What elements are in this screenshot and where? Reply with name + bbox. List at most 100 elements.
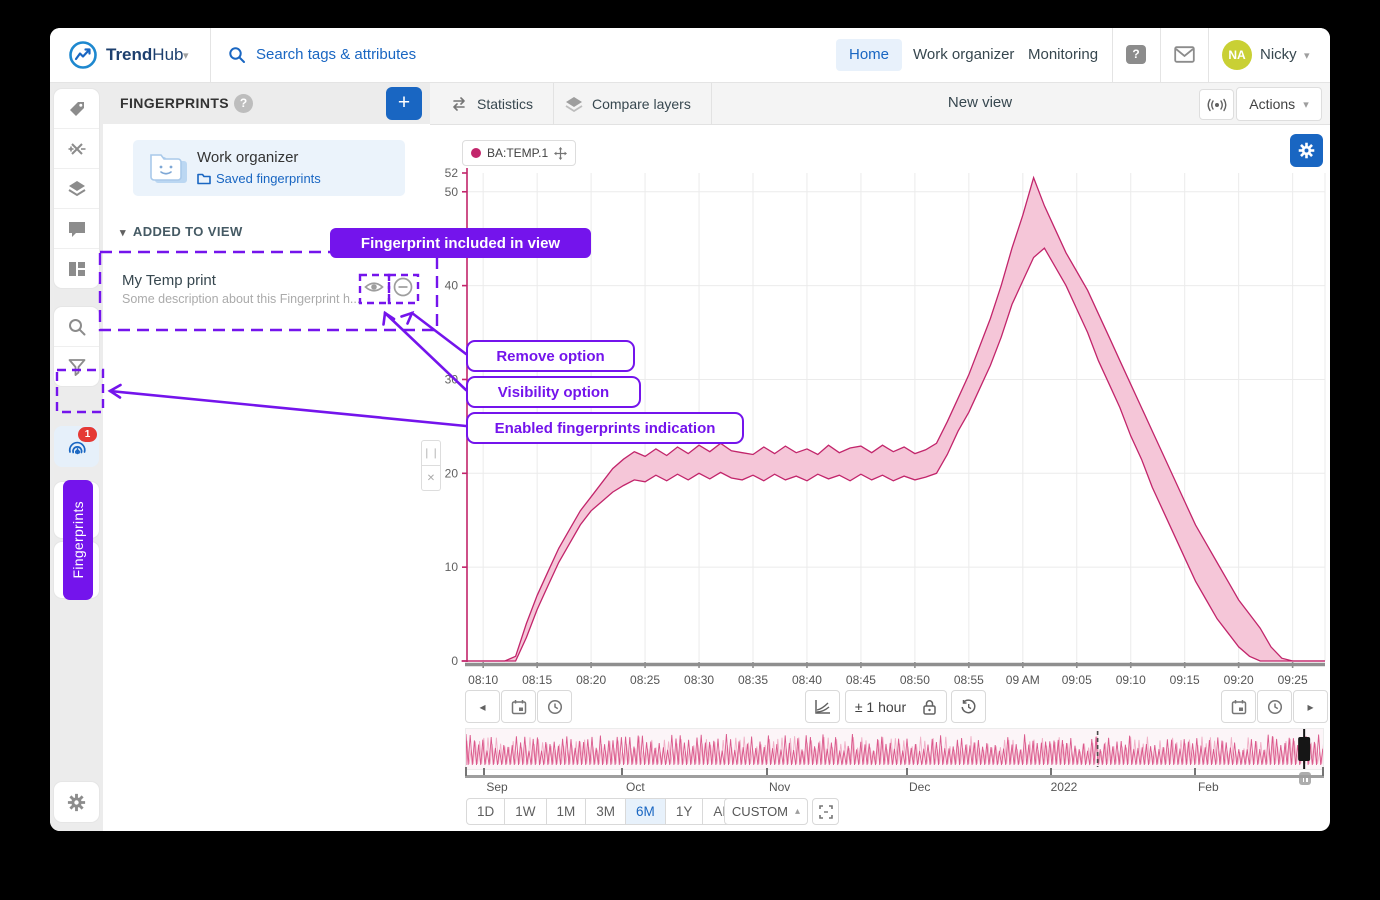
- saved-fingerprints-label: Saved fingerprints: [216, 171, 321, 186]
- view-toolbar: Statistics Compare layers New view Actio…: [430, 83, 1330, 125]
- panel-help-icon[interactable]: ?: [234, 94, 253, 113]
- move-icon[interactable]: [554, 147, 567, 160]
- gear-icon: [66, 792, 87, 813]
- mail-icon[interactable]: [1174, 46, 1195, 63]
- work-organizer-title: Work organizer: [197, 149, 298, 166]
- time-end-button[interactable]: [1257, 690, 1292, 723]
- timeline-tick: [483, 768, 485, 775]
- overview-waveform: [466, 729, 1323, 769]
- sidebar-item-dashboard[interactable]: [54, 248, 99, 288]
- right-arrow-icon: ▸: [1307, 700, 1313, 714]
- logo-caret-icon[interactable]: ▾: [183, 49, 189, 62]
- step-back-button[interactable]: ◂: [465, 690, 500, 723]
- calendar-icon: [511, 699, 527, 715]
- nav-item-work-organizer[interactable]: Work organizer: [900, 39, 1027, 71]
- calendar-end-button[interactable]: [1221, 690, 1256, 723]
- sidebar-item-tags[interactable]: [54, 89, 99, 128]
- custom-caret-icon: ▴: [795, 806, 800, 817]
- time-offset-label: ± 1 hour: [855, 699, 906, 715]
- app-logo[interactable]: TrendHub: [106, 45, 183, 65]
- timeline-end-tick: [465, 767, 467, 776]
- actions-button[interactable]: Actions▾: [1236, 87, 1322, 121]
- logo-light: Hub: [152, 45, 183, 64]
- x-tick-label: 08:30: [684, 673, 714, 687]
- statistics-label: Statistics: [477, 96, 533, 112]
- search-input[interactable]: [254, 45, 538, 64]
- lock-icon: [922, 699, 937, 715]
- timeline-tick: [766, 768, 768, 775]
- overview-strip[interactable]: [465, 728, 1324, 770]
- zoom-preset-3m[interactable]: 3M: [585, 798, 626, 825]
- layers-icon: [565, 96, 583, 112]
- trend-axes-icon: [814, 699, 831, 715]
- trendhub-logo-icon: [68, 40, 98, 70]
- tab-statistics[interactable]: Statistics: [430, 83, 554, 124]
- series-chip[interactable]: BA:TEMP.1: [462, 140, 576, 166]
- sidebar-item-fingerprints[interactable]: 1: [54, 426, 99, 467]
- zoom-preset-6m[interactable]: 6M: [625, 798, 666, 825]
- visibility-eye-icon[interactable]: [363, 276, 385, 298]
- y-tick-label: 0: [451, 654, 458, 668]
- left-icon-rail: 1 Fingerprints: [50, 83, 103, 831]
- zoom-preset-1y[interactable]: 1Y: [665, 798, 704, 825]
- timeline-axis: SepOctNovDec2022Feb: [465, 771, 1324, 795]
- x-tick-label: 08:45: [846, 673, 876, 687]
- added-to-view-header[interactable]: ▾ADDED TO VIEW: [120, 224, 243, 239]
- zoom-preset-1m[interactable]: 1M: [546, 798, 587, 825]
- custom-range-button[interactable]: CUSTOM▴: [724, 798, 808, 825]
- lock-button[interactable]: [913, 690, 947, 723]
- sidebar-item-layers[interactable]: [54, 168, 99, 208]
- axis-drag-handle[interactable]: ❘❘: [421, 440, 441, 466]
- actions-label: Actions: [1249, 96, 1295, 112]
- zoom-preset-group: 1D1W1M3M6M1YALL: [466, 798, 748, 825]
- logo-bold: Trend: [106, 45, 152, 64]
- view-title: New view: [900, 94, 1060, 111]
- help-icon[interactable]: ?: [1126, 45, 1146, 64]
- chart-settings-button[interactable]: [1290, 134, 1323, 167]
- sidebar-item-calculations[interactable]: [54, 128, 99, 168]
- sidebar-item-comments[interactable]: [54, 208, 99, 248]
- fingerprints-badge: 1: [78, 427, 97, 442]
- nav-item-home[interactable]: Home: [836, 39, 902, 71]
- x-tick-label: 09:10: [1116, 673, 1146, 687]
- history-button[interactable]: [951, 690, 986, 723]
- work-organizer-card[interactable]: Work organizer Saved fingerprints: [133, 140, 405, 196]
- fingerprints-panel-tab[interactable]: Fingerprints: [63, 480, 93, 600]
- scrubber-thumb[interactable]: [1298, 737, 1310, 761]
- broadcast-live-button[interactable]: [1199, 89, 1234, 120]
- nav-item-monitoring[interactable]: Monitoring: [1015, 39, 1111, 71]
- tab-compare-layers[interactable]: Compare layers: [545, 83, 712, 124]
- series-chip-label: BA:TEMP.1: [487, 146, 548, 160]
- tag-icon: [67, 99, 87, 119]
- chart-mode-button[interactable]: [805, 690, 840, 723]
- select-range-button[interactable]: [812, 798, 839, 825]
- added-to-view-label: ADDED TO VIEW: [133, 224, 243, 239]
- time-offset-button[interactable]: ± 1 hour: [845, 690, 916, 723]
- panel-header: FINGERPRINTS ? +: [103, 83, 430, 124]
- clock-icon: [547, 699, 563, 715]
- y-tick-label: 20: [445, 466, 459, 480]
- remove-minus-icon[interactable]: [392, 276, 414, 298]
- x-tick-label: 08:55: [954, 673, 984, 687]
- sidebar-item-filter[interactable]: [54, 346, 99, 386]
- search-icon: [67, 317, 87, 337]
- timeline-month-label: Dec: [909, 780, 930, 794]
- navbar-divider: [1208, 28, 1209, 82]
- zoom-preset-1w[interactable]: 1W: [504, 798, 546, 825]
- user-menu-caret-icon[interactable]: ▾: [1304, 49, 1310, 62]
- sidebar-item-search[interactable]: [54, 307, 99, 346]
- timeline-end-tick: [1322, 767, 1324, 776]
- y-tick-label: 52: [445, 166, 459, 180]
- history-icon: [960, 699, 977, 715]
- step-forward-button[interactable]: ▸: [1293, 690, 1328, 723]
- avatar[interactable]: NA: [1222, 40, 1252, 70]
- zoom-preset-1d[interactable]: 1D: [466, 798, 505, 825]
- saved-fingerprints-link[interactable]: Saved fingerprints: [197, 171, 321, 186]
- y-axis-widget: ❘❘ ✕: [421, 440, 439, 491]
- add-fingerprint-button[interactable]: +: [386, 87, 422, 120]
- sidebar-item-settings[interactable]: [54, 782, 99, 822]
- axis-close-button[interactable]: ✕: [421, 466, 441, 491]
- calendar-start-button[interactable]: [501, 690, 536, 723]
- time-start-button[interactable]: [537, 690, 572, 723]
- user-name[interactable]: Nicky: [1260, 46, 1297, 63]
